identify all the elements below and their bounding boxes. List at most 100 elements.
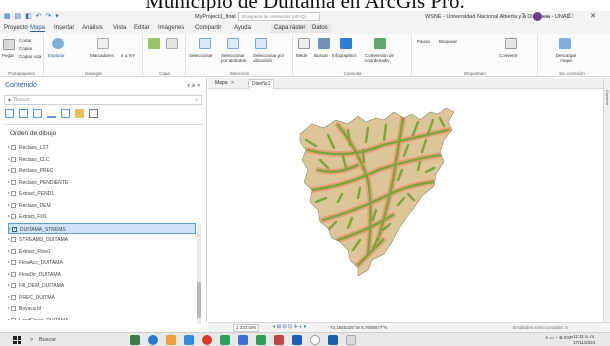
expand-chevron-icon[interactable]: ▸	[8, 144, 10, 149]
right-side-panel-tab[interactable]: Exportar	[603, 78, 610, 322]
expand-chevron-icon[interactable]: ▸	[8, 282, 10, 287]
labeling-icon[interactable]	[75, 109, 84, 118]
expand-chevron-icon[interactable]: ▸	[8, 179, 10, 184]
app-icon-widget[interactable]	[130, 335, 140, 345]
tab-compartir[interactable]: Compartir	[195, 25, 221, 31]
pause-labels-button[interactable]: Pausa	[417, 39, 430, 44]
layer-visibility-checkbox[interactable]	[11, 317, 16, 320]
go-to-xy-button[interactable]: Ir a XY	[121, 53, 135, 58]
layer-visibility-checkbox[interactable]	[11, 168, 16, 173]
select-icon[interactable]	[199, 38, 211, 49]
layer-list-scrollbar[interactable]	[197, 224, 201, 324]
map-view[interactable]	[208, 90, 603, 322]
select-by-location-button[interactable]: Seleccionar por ubicación	[253, 53, 291, 63]
view-tab-diseno[interactable]: Diseño1	[248, 79, 275, 89]
app-icon-store[interactable]	[220, 335, 230, 345]
select-by-location-icon[interactable]	[255, 38, 267, 49]
tab-ayuda[interactable]: Ayuda	[234, 25, 251, 31]
scale-selector[interactable]: 1:233.596	[233, 324, 259, 332]
layer-visibility-checkbox[interactable]	[11, 202, 16, 208]
locate-icon[interactable]	[318, 38, 330, 49]
app-icon-edge[interactable]	[148, 335, 158, 345]
measure-icon[interactable]	[298, 38, 310, 49]
status-tools-icon[interactable]: ▾ ⊞ ⊟ ⊡ ✛ ◐ ▾	[273, 324, 306, 330]
select-by-attributes-button[interactable]: Seleccionar por atributos	[221, 53, 251, 63]
expand-chevron-icon[interactable]: ▸	[8, 317, 10, 321]
layer-visibility-checkbox[interactable]	[11, 271, 16, 277]
close-icon[interactable]: ✕	[231, 80, 235, 86]
layer-visibility-checkbox[interactable]	[11, 214, 16, 219]
filter-icon[interactable]: ▼	[7, 97, 12, 105]
app-icon-word[interactable]	[238, 335, 248, 345]
explore-icon[interactable]	[52, 38, 64, 49]
bookmarks-icon[interactable]	[97, 38, 109, 49]
layer-visibility-checkbox[interactable]	[11, 306, 16, 311]
system-clock[interactable]: 11:11 a. m. 17/11/2024	[573, 334, 595, 346]
windows-start-icon[interactable]	[13, 336, 21, 344]
select-by-attributes-icon[interactable]	[227, 38, 239, 49]
expand-chevron-icon[interactable]: ▸	[8, 190, 10, 195]
locate-button[interactable]: Buscar	[314, 53, 328, 58]
command-search-input[interactable]: Búsqueda de comandos (Alt+Q)	[238, 12, 320, 21]
layer-item[interactable]: ▸ Reclass_PENDIENTE	[8, 177, 196, 188]
tab-analisis[interactable]: Análisis	[82, 25, 103, 31]
pane-controls[interactable]: ▾ ⊕ ✕	[187, 83, 201, 89]
tab-vista[interactable]: Vista	[113, 25, 126, 31]
system-tray[interactable]: ∧ ▭ ◔ ⊕ ESP	[545, 335, 573, 341]
layer-item[interactable]: ▸ Extract_Fill1	[8, 211, 196, 222]
convert-coordinates-button[interactable]: Conversión de coordenada	[365, 53, 405, 63]
expand-chevron-icon[interactable]: ▸	[8, 167, 10, 172]
download-map-icon[interactable]	[559, 38, 571, 49]
expand-chevron-icon[interactable]: ▸	[8, 248, 10, 253]
quick-access-toolbar[interactable]: ▦ ▤ ◧ ↶ ↷ ▾	[4, 13, 60, 21]
scrollbar-thumb[interactable]	[197, 282, 201, 318]
layer-visibility-checkbox[interactable]	[11, 283, 16, 288]
expand-chevron-icon[interactable]: ▸	[8, 213, 10, 218]
layer-item[interactable]: ▸ Reclass_LST	[8, 142, 196, 153]
paste-icon[interactable]	[3, 39, 15, 50]
tab-capa-raster[interactable]: Capa ráster	[271, 24, 309, 33]
layer-visibility-checkbox[interactable]	[11, 156, 16, 162]
app-icon-whatsapp[interactable]	[310, 335, 320, 345]
convert-labels-button[interactable]: Convertir	[499, 53, 517, 58]
select-button[interactable]: Seleccionar	[189, 53, 213, 58]
layer-visibility-checkbox[interactable]	[11, 248, 16, 254]
tab-proyecto[interactable]: Proyecto	[4, 25, 28, 31]
contents-search-input[interactable]: ▼ Buscar ⌕	[4, 95, 202, 105]
add-data-icon[interactable]	[148, 38, 160, 49]
layer-visibility-checkbox[interactable]	[11, 294, 16, 300]
measure-button[interactable]: Medir	[296, 53, 307, 58]
layer-item[interactable]: ▸ Reclass_PREC	[8, 165, 196, 176]
tab-imagenes[interactable]: Imágenes	[158, 25, 184, 31]
editing-icon[interactable]	[47, 109, 56, 118]
expand-chevron-icon[interactable]: ▸	[8, 202, 10, 207]
layer-item[interactable]: ▸ Reclass_DEM	[8, 200, 196, 211]
app-icon-files[interactable]	[346, 335, 356, 345]
source-icon[interactable]	[19, 109, 28, 118]
app-icon-explorer[interactable]	[166, 335, 176, 345]
app-icon-powerpoint[interactable]	[274, 335, 284, 345]
explore-button[interactable]: Explorar	[48, 53, 65, 58]
app-icon-onedrive[interactable]	[328, 335, 338, 345]
layer-item[interactable]: ▸ FlowDir_DUITAMA	[8, 269, 196, 280]
layer-item[interactable]: ▸ Extract_PEND1	[8, 188, 196, 199]
expand-chevron-icon[interactable]: ▸	[8, 156, 10, 161]
layer-item[interactable]: ▸ PREC_DUITMA	[8, 292, 196, 303]
copy-path-button[interactable]: Copiar ruta	[19, 54, 41, 59]
expand-chevron-icon[interactable]: ▸	[9, 226, 11, 231]
infographics-button[interactable]: Infographics	[332, 53, 357, 58]
cut-button[interactable]: Cortar	[19, 38, 32, 43]
convert-labels-icon[interactable]	[505, 38, 517, 49]
tab-editar[interactable]: Editar	[134, 25, 150, 31]
layer-visibility-checkbox[interactable]	[11, 145, 16, 150]
snapping-icon[interactable]	[61, 109, 70, 118]
tab-datos[interactable]: Datos	[309, 24, 331, 33]
download-map-button[interactable]: Descargar mapa	[551, 53, 581, 63]
expand-chevron-icon[interactable]: ▸	[8, 236, 10, 241]
app-icon-arcgis[interactable]	[184, 335, 194, 345]
layer-item[interactable]: ▸ STREAMS_DUITAMA	[8, 234, 196, 245]
layer-visibility-checkbox[interactable]	[11, 191, 16, 196]
window-controls[interactable]: ? — □ ✕	[521, 12, 604, 21]
layer-item[interactable]: ▸ LandCover_DUITAMA	[8, 315, 196, 321]
language-indicator[interactable]: ESP	[564, 335, 573, 340]
